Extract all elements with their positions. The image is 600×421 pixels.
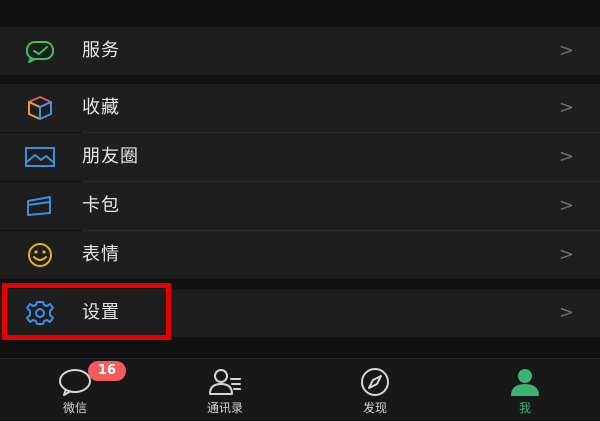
tab-contacts[interactable]: 通讯录: [150, 359, 300, 421]
menu-item-service[interactable]: 服务 >: [0, 27, 600, 75]
compass-icon: [357, 367, 393, 397]
menu-item-moments[interactable]: 朋友圈 >: [0, 133, 600, 181]
menu-item-cards-label: 卡包: [82, 195, 120, 216]
me-screen: 服务 > 收藏 > 朋友圈 > 卡包 > 表情 > 设置 > 16 微信 通讯录…: [0, 0, 600, 420]
photo-icon: [24, 144, 56, 170]
tab-chats[interactable]: 16 微信: [0, 359, 150, 421]
gear-icon: [24, 300, 56, 326]
menu-item-service-label: 服务: [82, 40, 120, 61]
contacts-icon: [207, 367, 243, 397]
smiley-icon: [24, 242, 56, 268]
chevron-right-icon: >: [558, 146, 574, 167]
tab-contacts-label: 通讯录: [206, 401, 243, 415]
tab-discover-label: 发现: [362, 401, 387, 415]
unread-badge: 16: [88, 361, 126, 381]
menu-item-stickers[interactable]: 表情 >: [0, 231, 600, 279]
chevron-right-icon: >: [558, 97, 574, 118]
menu-item-moments-label: 朋友圈: [82, 146, 139, 167]
person-icon: [507, 367, 543, 397]
menu-item-stickers-label: 表情: [82, 244, 120, 265]
bottom-tab-bar: 16 微信 通讯录 发现 我: [0, 358, 600, 420]
menu-item-settings[interactable]: 设置 >: [0, 289, 600, 337]
tab-me-label: 我: [518, 401, 531, 415]
menu-item-cards[interactable]: 卡包 >: [0, 182, 600, 230]
cube-icon: [24, 95, 56, 121]
tab-me[interactable]: 我: [450, 359, 600, 421]
menu-item-favorites[interactable]: 收藏 >: [0, 84, 600, 132]
tab-chats-label: 微信: [62, 401, 87, 415]
card-icon: [24, 193, 56, 219]
menu-item-favorites-label: 收藏: [82, 97, 120, 118]
chevron-right-icon: >: [558, 195, 574, 216]
menu-item-settings-label: 设置: [82, 302, 120, 323]
tab-discover[interactable]: 发现: [300, 359, 450, 421]
chevron-right-icon: >: [558, 302, 574, 323]
service-icon: [24, 38, 56, 64]
chevron-right-icon: >: [558, 244, 574, 265]
chevron-right-icon: >: [558, 40, 574, 61]
